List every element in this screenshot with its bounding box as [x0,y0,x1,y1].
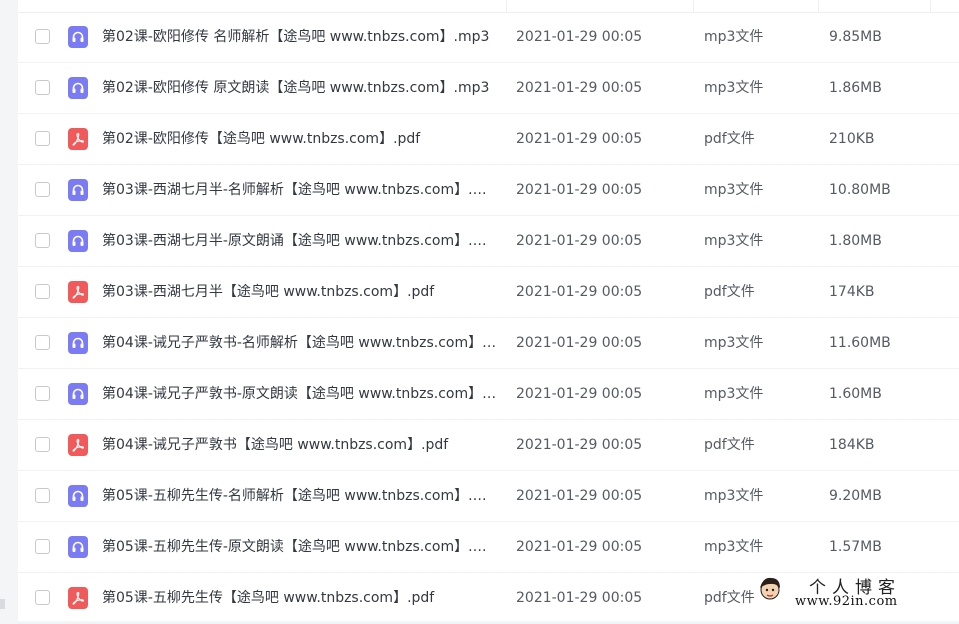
row-checkbox[interactable] [35,29,50,44]
audio-file-icon [68,77,88,99]
file-name[interactable]: 第02课-欧阳修传 原文朗读【途鸟吧 www.tnbzs.com】.mp3 [102,63,497,113]
audio-file-icon [68,179,88,201]
file-modified-date: 2021-01-29 00:05 [516,335,643,351]
file-modified-date: 2021-01-29 00:05 [516,284,643,300]
file-row[interactable]: 第03课-西湖七月半-原文朗诵【途鸟吧 www.tnbzs.com】.mp3 20… [18,216,959,267]
file-list: 第02课-欧阳修传 名师解析【途鸟吧 www.tnbzs.com】.mp3 202… [18,12,959,624]
row-checkbox[interactable] [35,182,50,197]
file-size: 1.80MB [829,233,882,249]
file-type: pdf文件 [704,284,755,300]
file-type: mp3文件 [704,80,764,96]
file-modified-date: 2021-01-29 00:05 [516,182,643,198]
file-row[interactable]: 第04课-诫兄子严敦书【途鸟吧 www.tnbzs.com】.pdf 2021-0… [18,420,959,471]
column-divider[interactable] [693,0,694,12]
file-type: mp3文件 [704,335,764,351]
file-name[interactable]: 第03课-西湖七月半-原文朗诵【途鸟吧 www.tnbzs.com】.mp3 [102,216,497,266]
file-type: pdf文件 [704,590,755,606]
file-type: pdf文件 [704,437,755,453]
audio-file-icon [68,26,88,48]
file-size: 184KB [829,437,875,453]
file-size: 9.20MB [829,488,882,504]
file-row[interactable]: 第04课-诫兄子严敦书-名师解析【途鸟吧 www.tnbzs.com】.mp3 2… [18,318,959,369]
watermark-logo: 个人博客 www.92in.com [757,573,945,615]
file-row[interactable]: 第03课-西湖七月半-名师解析【途鸟吧 www.tnbzs.com】.mp3 20… [18,165,959,216]
audio-file-icon [68,230,88,252]
column-divider[interactable] [818,0,819,12]
file-type: mp3文件 [704,488,764,504]
row-checkbox[interactable] [35,284,50,299]
row-checkbox[interactable] [35,335,50,350]
file-type: mp3文件 [704,386,764,402]
file-type: mp3文件 [704,539,764,555]
avatar-icon [760,577,780,600]
row-checkbox[interactable] [35,437,50,452]
file-row[interactable]: 第05课-五柳先生传-原文朗读【途鸟吧 www.tnbzs.com】.mp3 20… [18,522,959,573]
pdf-file-icon [68,587,88,609]
file-name[interactable]: 第02课-欧阳修传【途鸟吧 www.tnbzs.com】.pdf [102,114,497,164]
file-type: pdf文件 [704,131,755,147]
file-modified-date: 2021-01-29 00:05 [516,437,643,453]
file-modified-date: 2021-01-29 00:05 [516,590,643,606]
file-size: 10.80MB [829,182,891,198]
audio-file-icon [68,332,88,354]
file-modified-date: 2021-01-29 00:05 [516,386,643,402]
file-list-panel: 第02课-欧阳修传 名师解析【途鸟吧 www.tnbzs.com】.mp3 202… [18,0,959,624]
file-size: 1.86MB [829,80,882,96]
file-modified-date: 2021-01-29 00:05 [516,131,643,147]
file-name[interactable]: 第03课-西湖七月半-名师解析【途鸟吧 www.tnbzs.com】.mp3 [102,165,497,215]
file-size: 1.60MB [829,386,882,402]
file-name[interactable]: 第05课-五柳先生传【途鸟吧 www.tnbzs.com】.pdf [102,573,497,623]
file-type: mp3文件 [704,29,764,45]
pdf-file-icon [68,128,88,150]
audio-file-icon [68,536,88,558]
file-size: 1.57MB [829,539,882,555]
file-name[interactable]: 第05课-五柳先生传-名师解析【途鸟吧 www.tnbzs.com】.mp3 [102,471,497,521]
file-size: 11.60MB [829,335,891,351]
file-size: 210KB [829,131,875,147]
row-checkbox[interactable] [35,233,50,248]
file-type: mp3文件 [704,233,764,249]
pdf-file-icon [68,434,88,456]
file-name[interactable]: 第04课-诫兄子严敦书【途鸟吧 www.tnbzs.com】.pdf [102,420,497,470]
file-name[interactable]: 第05课-五柳先生传-原文朗读【途鸟吧 www.tnbzs.com】.mp3 [102,522,497,572]
row-checkbox[interactable] [35,131,50,146]
file-modified-date: 2021-01-29 00:05 [516,488,643,504]
file-row[interactable]: 第02课-欧阳修传【途鸟吧 www.tnbzs.com】.pdf 2021-01-… [18,114,959,165]
row-checkbox[interactable] [35,590,50,605]
file-modified-date: 2021-01-29 00:05 [516,233,643,249]
row-checkbox[interactable] [35,80,50,95]
file-name[interactable]: 第04课-诫兄子严敦书-名师解析【途鸟吧 www.tnbzs.com】.mp3 [102,318,497,368]
scroll-edge [0,599,5,609]
file-row[interactable]: 第04课-诫兄子严敦书-原文朗读【途鸟吧 www.tnbzs.com】.mp3 2… [18,369,959,420]
watermark-url: www.92in.com [795,594,898,609]
column-divider[interactable] [930,0,931,12]
file-modified-date: 2021-01-29 00:05 [516,539,643,555]
file-row[interactable]: 第02课-欧阳修传 原文朗读【途鸟吧 www.tnbzs.com】.mp3 202… [18,63,959,114]
row-checkbox[interactable] [35,386,50,401]
file-size: 9.85MB [829,29,882,45]
audio-file-icon [68,383,88,405]
file-modified-date: 2021-01-29 00:05 [516,80,643,96]
file-size: 174KB [829,284,875,300]
file-row[interactable]: 第02课-欧阳修传 名师解析【途鸟吧 www.tnbzs.com】.mp3 202… [18,12,959,63]
file-name[interactable]: 第03课-西湖七月半【途鸟吧 www.tnbzs.com】.pdf [102,267,497,317]
audio-file-icon [68,485,88,507]
file-row[interactable]: 第03课-西湖七月半【途鸟吧 www.tnbzs.com】.pdf 2021-01… [18,267,959,318]
pdf-file-icon [68,281,88,303]
row-checkbox[interactable] [35,539,50,554]
file-modified-date: 2021-01-29 00:05 [516,29,643,45]
file-row[interactable]: 第05课-五柳先生传-名师解析【途鸟吧 www.tnbzs.com】.mp3 20… [18,471,959,522]
row-checkbox[interactable] [35,488,50,503]
file-type: mp3文件 [704,182,764,198]
file-name[interactable]: 第02课-欧阳修传 名师解析【途鸟吧 www.tnbzs.com】.mp3 [102,12,497,62]
file-name[interactable]: 第04课-诫兄子严敦书-原文朗读【途鸟吧 www.tnbzs.com】.mp3 [102,369,497,419]
column-divider[interactable] [506,0,507,12]
